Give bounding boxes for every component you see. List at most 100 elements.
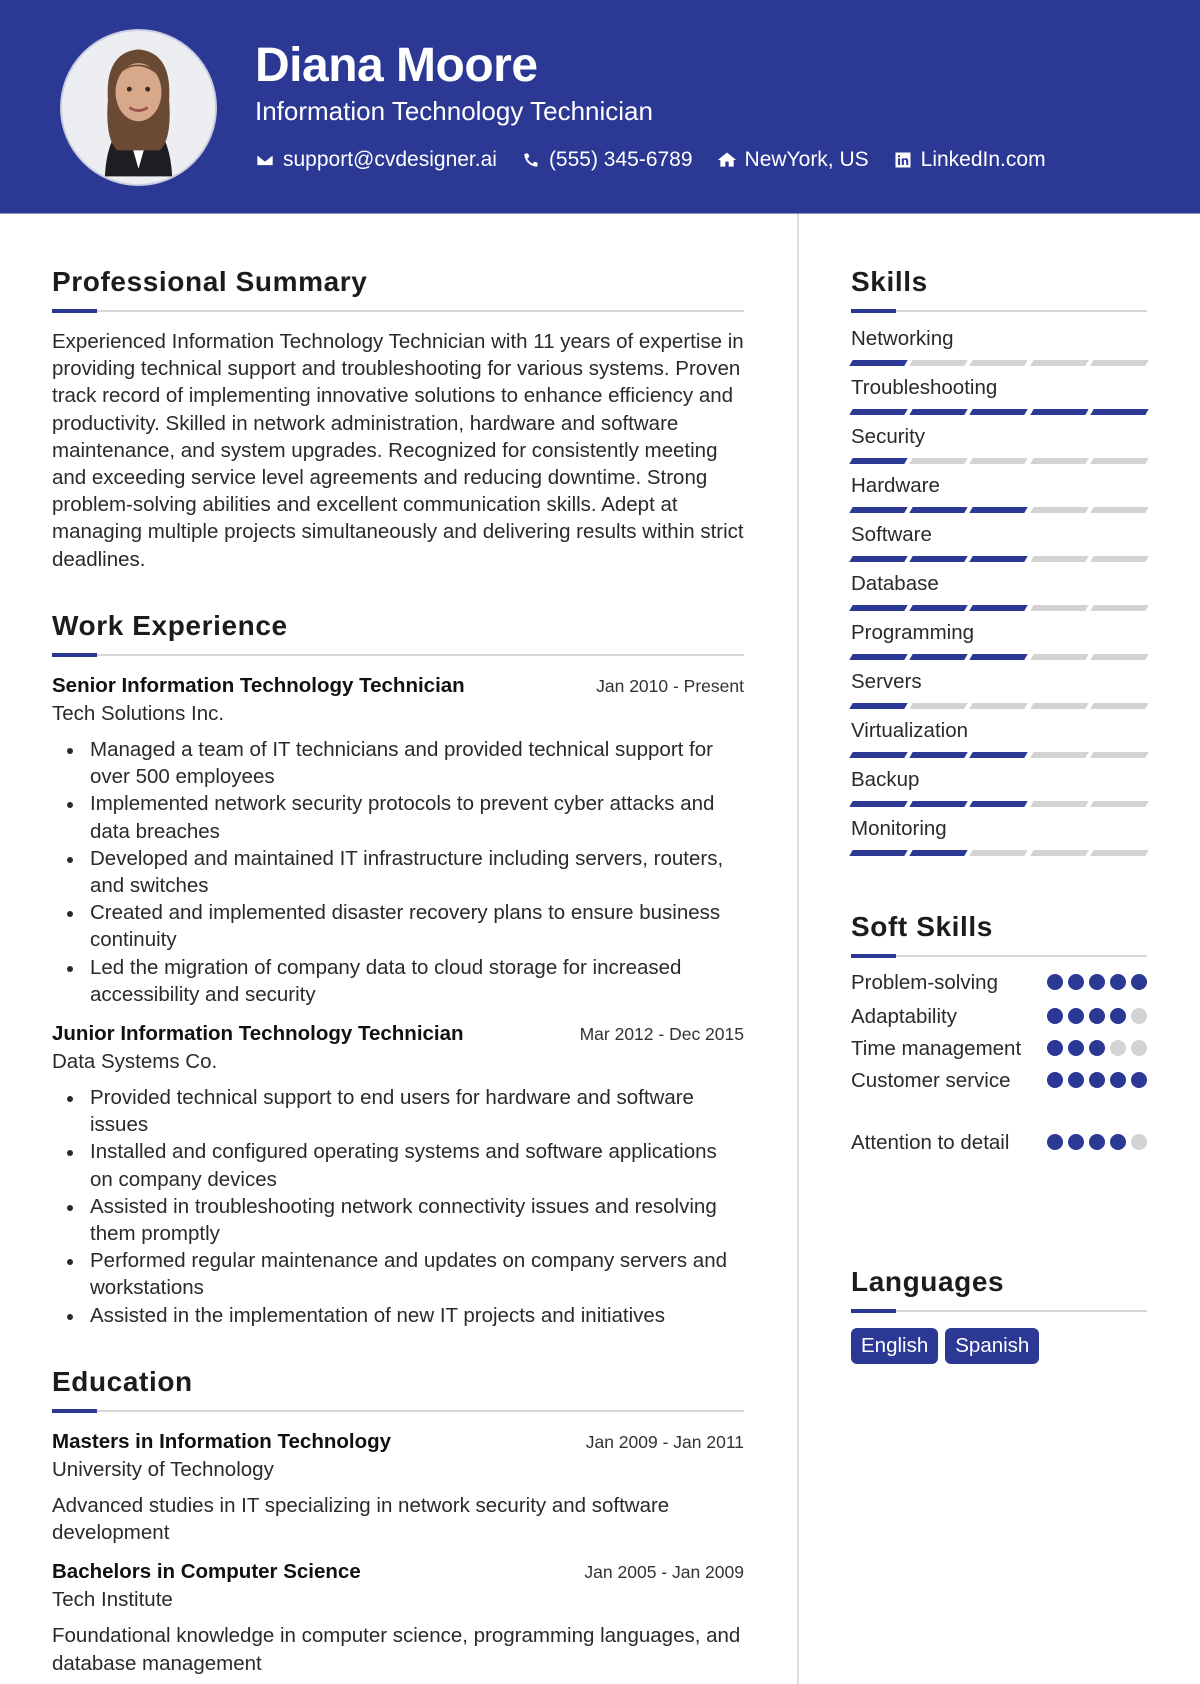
skill-segment-empty bbox=[1090, 556, 1149, 562]
skill-segment-empty bbox=[1029, 703, 1089, 709]
contact-linkedin[interactable]: LinkedIn.com bbox=[893, 148, 1046, 172]
skill-name: Hardware bbox=[851, 474, 940, 497]
rating-dot-filled bbox=[1089, 1134, 1105, 1150]
phone-text: (555) 345-6789 bbox=[548, 148, 693, 171]
skill-segment-empty bbox=[1090, 605, 1149, 611]
skill-segment-empty bbox=[1090, 654, 1149, 660]
heading-rule bbox=[851, 1309, 1147, 1313]
rating-dot-filled bbox=[1089, 1008, 1105, 1024]
skill-segment-empty bbox=[1029, 458, 1089, 464]
heading-rule bbox=[52, 653, 744, 657]
soft-skills-heading: Soft Skills bbox=[851, 911, 993, 942]
contact-email[interactable]: support@cvdesigner.ai bbox=[255, 148, 497, 172]
soft-skill-rating bbox=[1047, 1072, 1147, 1088]
soft-skill-rating bbox=[1047, 974, 1147, 990]
skill-name: Servers bbox=[851, 670, 922, 693]
education-entry: Bachelors in Computer Science Jan 2005 -… bbox=[52, 1560, 744, 1676]
person-portrait-icon bbox=[62, 31, 215, 184]
degree-title: Masters in Information Technology bbox=[52, 1430, 392, 1453]
skill-segment-filled bbox=[969, 507, 1029, 513]
skill-segment-filled bbox=[849, 409, 908, 415]
skills-section: Skills Networking Troubleshooting Security… bbox=[849, 268, 1149, 857]
heading-rule bbox=[52, 1409, 744, 1413]
rating-dot-filled bbox=[1089, 974, 1105, 990]
bullet-item: Led the migration of company data to clo… bbox=[52, 954, 744, 1008]
skill-segment-filled bbox=[849, 654, 908, 660]
skill-name: Backup bbox=[851, 768, 920, 791]
rating-dot-filled bbox=[1068, 1072, 1084, 1088]
skill-item: Database bbox=[849, 571, 1149, 612]
soft-skill-item: Problem-solving bbox=[851, 969, 1147, 996]
skill-segment-empty bbox=[1029, 801, 1089, 807]
skill-name: Troubleshooting bbox=[851, 376, 998, 399]
email-text: support@cvdesigner.ai bbox=[283, 148, 497, 171]
skill-segment-empty bbox=[1029, 605, 1089, 611]
rating-dot-filled bbox=[1068, 974, 1084, 990]
skill-segment-filled bbox=[849, 801, 908, 807]
experience-section: Work Experience Senior Information Techn… bbox=[52, 612, 744, 1329]
skill-name: Networking bbox=[851, 327, 954, 350]
education-date: Jan 2005 - Jan 2009 bbox=[584, 1562, 744, 1583]
rating-dot-filled bbox=[1110, 1008, 1126, 1024]
education-section: Education Masters in Information Technol… bbox=[52, 1368, 744, 1677]
soft-skill-rating bbox=[1047, 1040, 1147, 1056]
contact-phone[interactable]: (555) 345-6789 bbox=[521, 148, 693, 172]
phone-icon bbox=[524, 153, 538, 167]
skill-name: Database bbox=[851, 572, 939, 595]
bullet-item: Implemented network security protocols t… bbox=[52, 790, 744, 844]
skill-segment-empty bbox=[1090, 801, 1149, 807]
soft-skill-name: Attention to detail bbox=[851, 1131, 1010, 1154]
rating-dot-filled bbox=[1068, 1134, 1084, 1150]
skill-segment-filled bbox=[969, 801, 1029, 807]
location-text: NewYork, US bbox=[744, 148, 869, 171]
skill-level-bar bbox=[849, 556, 1149, 563]
skills-list: Networking Troubleshooting Security Hardwar… bbox=[849, 326, 1149, 857]
skill-segment-filled bbox=[849, 605, 908, 611]
skill-item: Virtualization bbox=[849, 718, 1149, 759]
skill-level-bar bbox=[849, 360, 1149, 367]
job-bullets: Managed a team of IT technicians and pro… bbox=[52, 736, 744, 1008]
linkedin-text: LinkedIn.com bbox=[920, 148, 1046, 171]
skill-segment-filled bbox=[849, 752, 908, 758]
soft-skill-item: Adaptability bbox=[851, 1003, 1147, 1030]
soft-skill-rating bbox=[1047, 1008, 1147, 1024]
rating-dot-filled bbox=[1068, 1008, 1084, 1024]
bullet-item: Managed a team of IT technicians and pro… bbox=[52, 736, 744, 790]
skill-segment-filled bbox=[909, 850, 969, 856]
rating-dot-filled bbox=[1131, 974, 1147, 990]
job-title: Senior Information Technology Technician bbox=[52, 674, 465, 697]
skill-segment-empty bbox=[909, 458, 969, 464]
profile-photo bbox=[60, 29, 217, 186]
skill-item: Software bbox=[849, 522, 1149, 563]
bullet-item: Assisted in troubleshooting network conn… bbox=[52, 1193, 744, 1247]
skill-level-bar bbox=[849, 409, 1149, 416]
skill-segment-filled bbox=[909, 801, 969, 807]
bullet-item: Developed and maintained IT infrastructu… bbox=[52, 845, 744, 899]
skill-segment-filled bbox=[849, 556, 908, 562]
bullet-item: Assisted in the implementation of new IT… bbox=[52, 1302, 744, 1329]
contact-list: support@cvdesigner.ai (555) 345-6789 New… bbox=[255, 148, 1046, 172]
skill-segment-filled bbox=[849, 703, 908, 709]
bullet-item: Performed regular maintenance and update… bbox=[52, 1247, 744, 1301]
soft-skill-name: Time management bbox=[851, 1037, 1022, 1060]
education-heading: Education bbox=[52, 1366, 193, 1397]
skill-segment-empty bbox=[1090, 752, 1149, 758]
rating-dot-filled bbox=[1047, 1134, 1063, 1150]
skill-level-bar bbox=[849, 801, 1149, 808]
language-badge: English bbox=[851, 1328, 939, 1364]
skill-segment-empty bbox=[969, 458, 1029, 464]
job-bullets: Provided technical support to end users … bbox=[52, 1084, 744, 1329]
skill-segment-filled bbox=[849, 360, 908, 366]
skill-segment-empty bbox=[1090, 507, 1149, 513]
skill-segment-filled bbox=[969, 654, 1029, 660]
skill-item: Monitoring bbox=[849, 816, 1149, 857]
skill-segment-empty bbox=[1090, 850, 1149, 856]
rating-dot-filled bbox=[1089, 1040, 1105, 1056]
skill-item: Programming bbox=[849, 620, 1149, 661]
skill-segment-filled bbox=[909, 752, 969, 758]
candidate-title: Information Technology Technician bbox=[255, 96, 653, 126]
school-name: University of Technology bbox=[52, 1458, 274, 1481]
soft-skill-item: Time management bbox=[851, 1035, 1147, 1062]
skill-segment-filled bbox=[969, 752, 1029, 758]
heading-rule bbox=[851, 954, 1147, 958]
